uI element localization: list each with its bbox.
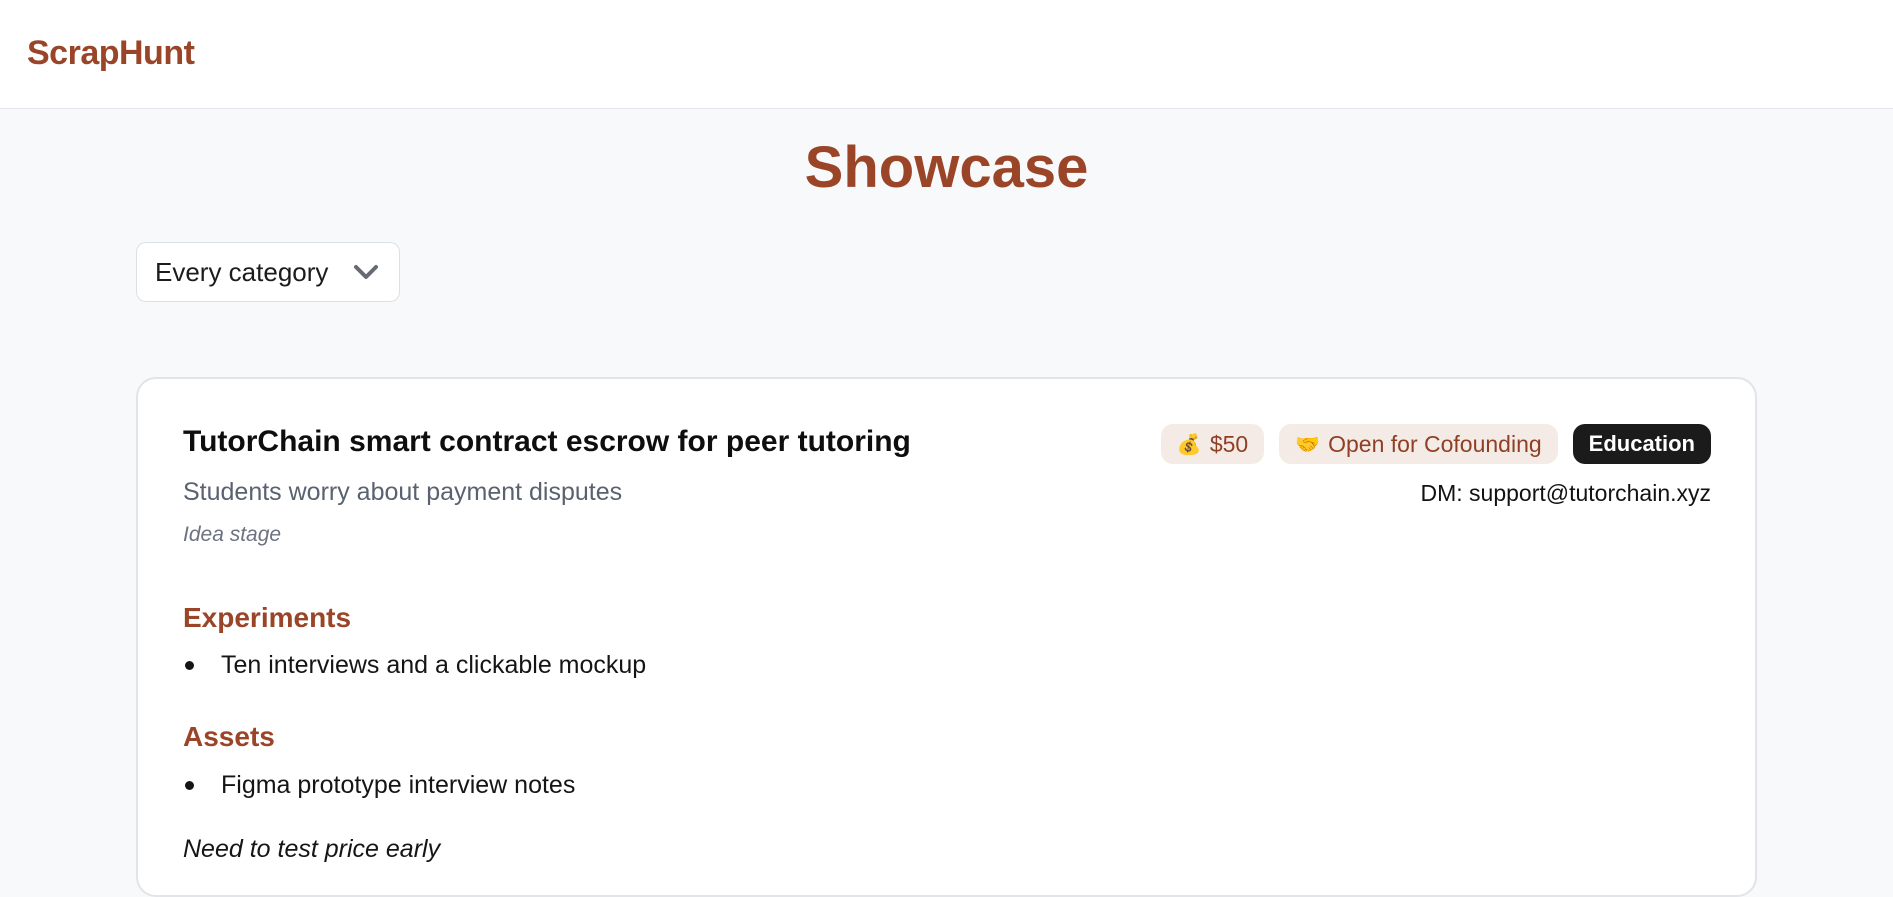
- card-note: Need to test price early: [183, 835, 441, 863]
- price-badge-label: $50: [1209, 430, 1249, 457]
- chevron-down-icon: [351, 257, 381, 287]
- cofounding-badge: 🤝 Open for Cofounding: [1279, 424, 1558, 464]
- cofounding-badge-label: Open for Cofounding: [1328, 430, 1542, 457]
- experiment-item-text: Ten interviews and a clickable mockup: [221, 651, 647, 679]
- asset-item-text: Figma prototype interview notes: [221, 771, 576, 799]
- top-navbar: ScrapHunt: [0, 0, 1893, 109]
- money-bag-icon: 💰: [1176, 433, 1202, 456]
- category-badge[interactable]: Education: [1572, 424, 1711, 464]
- card-title[interactable]: TutorChain smart contract escrow for pee…: [183, 425, 911, 459]
- idea-card[interactable]: TutorChain smart contract escrow for pee…: [136, 377, 1757, 897]
- page-title: Showcase: [804, 135, 1089, 200]
- card-subtitle: Students worry about payment disputes: [183, 478, 623, 506]
- handshake-icon: 🤝: [1295, 433, 1321, 456]
- dm-contact[interactable]: DM: support@tutorchain.xyz: [1420, 480, 1711, 507]
- list-item: Figma prototype interview notes: [183, 771, 575, 800]
- category-select-label: Every category: [155, 256, 329, 287]
- bullet-icon: [185, 781, 194, 790]
- badge-group: 💰 $50 🤝 Open for Cofounding Education: [1160, 424, 1711, 464]
- assets-heading: Assets: [183, 721, 275, 752]
- brand-logo[interactable]: ScrapHunt: [27, 34, 195, 73]
- category-select[interactable]: Every category: [136, 242, 400, 302]
- price-badge: 💰 $50: [1160, 424, 1265, 464]
- experiments-heading: Experiments: [183, 602, 352, 633]
- card-stage: Idea stage: [183, 523, 282, 546]
- bullet-icon: [185, 661, 194, 670]
- list-item: Ten interviews and a clickable mockup: [183, 651, 646, 680]
